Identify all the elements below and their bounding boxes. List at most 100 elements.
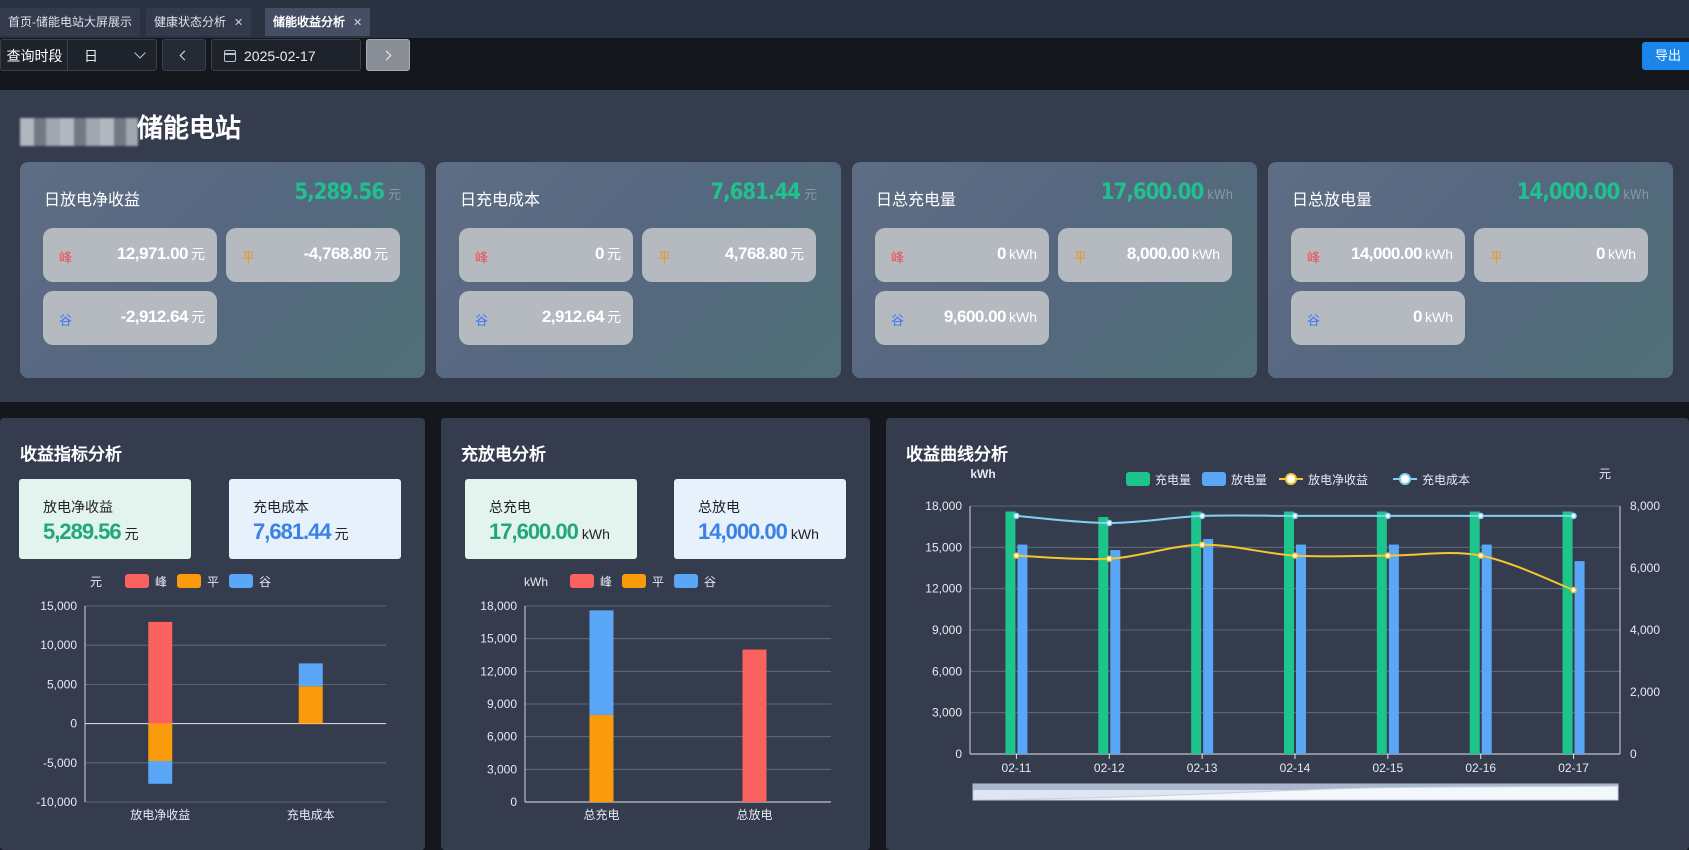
tab-revenue-analysis[interactable]: 储能收益分析 ✕	[265, 8, 371, 36]
y-tick-label: 12,000	[925, 582, 962, 596]
bar	[1284, 511, 1294, 754]
bar-segment	[148, 621, 173, 724]
y-tick-label: 0	[70, 717, 77, 731]
pill-number: 0	[595, 244, 604, 263]
card-total-value: 7,681.44	[710, 180, 801, 205]
legend-label: 充电成本	[1422, 472, 1470, 487]
pill-unit: 元	[607, 309, 621, 325]
pill-number: 0	[997, 244, 1006, 263]
legend-label: 峰	[600, 575, 612, 589]
tab-bar: 首页-储能电站大屏展示 健康状态分析 ✕ 储能收益分析 ✕	[0, 0, 1689, 38]
stat-label: 总充电	[489, 499, 531, 515]
tab-health-analysis[interactable]: 健康状态分析 ✕	[146, 8, 252, 36]
y-tick-label: 15,000	[40, 599, 77, 613]
chevron-left-icon	[179, 50, 190, 61]
pill-key: 平	[1490, 250, 1504, 265]
pill-unit: 元	[191, 246, 205, 262]
close-icon[interactable]: ✕	[353, 17, 362, 29]
y-tick-label: -10,000	[36, 795, 77, 809]
panel-title: 收益曲线分析	[906, 445, 1008, 464]
y2-tick-label: 0	[1630, 747, 1637, 761]
period-select[interactable]: 日	[67, 39, 157, 71]
panel-title: 充放电分析	[461, 445, 546, 464]
bar-segment	[589, 714, 614, 802]
pill-unit: 元	[191, 309, 205, 325]
close-icon[interactable]: ✕	[234, 17, 243, 29]
pill-value: 0 kWh	[1596, 244, 1636, 264]
series-point	[1013, 512, 1020, 520]
prev-date-button[interactable]	[162, 39, 206, 71]
bar	[1469, 511, 1480, 754]
legend-label: 平	[207, 575, 219, 589]
y2-axis-unit: 元	[1599, 467, 1611, 481]
revenue-stacked-bar-chart: 元 峰 平 谷 -10,000 -5,000 0 5,000 10,000 15,000 放电净收益…	[36, 574, 386, 822]
tab-home[interactable]: 首页-储能电站大屏展示	[0, 8, 140, 36]
pill-key: 峰	[1307, 250, 1321, 265]
series-point	[1291, 552, 1299, 559]
tab-label: 首页-储能电站大屏展示	[8, 15, 132, 29]
stat-number: 5,289.56	[43, 519, 122, 544]
pill-number: 12,971.00	[116, 244, 189, 263]
stat-label: 放电净收益	[43, 499, 113, 515]
date-value: 2025-02-17	[244, 48, 316, 64]
pill-valley: 谷 2,912.64 元	[459, 291, 633, 345]
card-daily-total-charge: 日总充电量 17,600.00 kWh 峰 0 kWh 平 8,000.00 kWh 谷9…	[852, 162, 1257, 378]
bar	[1203, 539, 1214, 754]
x-tick-label: 总充电	[583, 807, 619, 822]
pill-number: 4,768.80	[724, 244, 788, 263]
card-title: 日充电成本	[460, 192, 541, 209]
legend-label: 谷	[704, 575, 716, 589]
y-tick-label: 12,000	[480, 664, 517, 678]
export-button[interactable]: 导出	[1642, 42, 1689, 70]
date-picker[interactable]: 2025-02-17	[211, 39, 361, 71]
stat-value: 17,600.00 kWh	[489, 519, 610, 545]
series-point	[1477, 512, 1484, 520]
legend-label: 峰	[155, 575, 167, 589]
panel-title: 收益指标分析	[20, 445, 122, 464]
legend-swatch	[177, 574, 201, 588]
charge-stacked-bar-chart: kWh 峰 平 谷 0 3,000 6,000 9,000 12,000 15,000 18,000…	[480, 574, 831, 822]
next-date-button[interactable]	[366, 39, 410, 71]
stat-net-revenue: 放电净收益 5,289.56 元	[19, 479, 191, 559]
y-tick-label: 9,000	[487, 697, 517, 711]
y-tick-label: 15,000	[925, 540, 962, 554]
pill-value: 12,971.00 元	[117, 244, 205, 264]
pill-peak: 峰 0 kWh	[875, 228, 1049, 282]
series-point	[1570, 586, 1577, 594]
pill-valley: 谷 9,600.00 kWh	[875, 291, 1049, 345]
y-tick-label: 0	[955, 747, 962, 761]
bar	[1098, 517, 1109, 754]
x-tick-label: 02-15	[1373, 761, 1404, 775]
pill-unit: kWh	[1425, 309, 1453, 325]
pill-number: 0	[1413, 307, 1422, 326]
series-point	[1198, 512, 1206, 520]
pill-unit: kWh	[1608, 246, 1636, 262]
x-tick-label: 充电成本	[287, 807, 335, 822]
stat-unit: 元	[334, 526, 349, 542]
panel-revenue-curve: 收益曲线分析 kWh 元 充电量 放电量 放电净收益 充电成本 0 3,000 6,000 9,0…	[886, 418, 1689, 850]
y-axis-unit: 元	[90, 575, 102, 589]
stat-number: 14,000.00	[698, 519, 788, 544]
card-title: 日总放电量	[1292, 192, 1373, 209]
stat-value: 5,289.56 元	[43, 519, 139, 545]
series-point	[1570, 512, 1577, 520]
legend-label: 充电量	[1155, 472, 1191, 487]
card-total-unit: 元	[387, 188, 401, 203]
pill-key: 谷	[475, 313, 489, 328]
bar	[1481, 544, 1492, 754]
pill-number: 0	[1596, 244, 1605, 263]
legend-swatch	[674, 574, 698, 588]
bar	[1376, 511, 1387, 754]
y-tick-label: 3,000	[487, 762, 517, 776]
bar-segment	[148, 723, 173, 761]
legend-marker	[1285, 473, 1297, 485]
y-tick-label: 10,000	[40, 638, 77, 652]
legend-label: 放电量	[1231, 472, 1267, 487]
series-point	[1384, 512, 1392, 520]
legend-label: 平	[652, 575, 664, 589]
pill-number: 8,000.00	[1126, 244, 1190, 263]
x-tick-label: 02-16	[1465, 761, 1496, 775]
stat-total-discharge: 总放电 14,000.00 kWh	[674, 479, 846, 559]
legend-swatch	[229, 574, 253, 588]
y-tick-label: 3,000	[932, 706, 962, 720]
